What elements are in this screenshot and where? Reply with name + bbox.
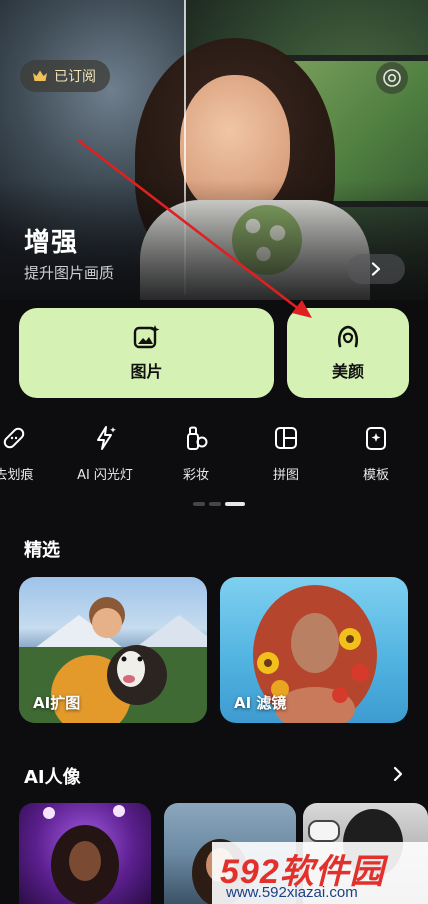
tool-collage[interactable]: 拼图 (244, 424, 328, 483)
subscription-label: 已订阅 (54, 69, 96, 85)
tool-label: 模板 (362, 468, 389, 483)
tool-label: AI 闪光灯 (77, 468, 133, 483)
singer-image (43, 805, 125, 904)
page-dot-active (225, 502, 245, 506)
image-sparkle-icon (133, 325, 159, 349)
collage-icon (275, 427, 297, 449)
ai-portrait-section-title: AI人像 (24, 767, 81, 788)
tool-label: 彩妆 (182, 468, 209, 483)
tool-scratch-removal[interactable]: 去划痕 (0, 424, 56, 483)
tool-ai-flash[interactable]: AI 闪光灯 (63, 424, 147, 483)
page-indicator (193, 502, 245, 506)
tool-template[interactable]: 模板 (334, 424, 418, 483)
chevron-right-icon (393, 766, 403, 782)
card-label: AI 滤镜 (234, 694, 287, 712)
watermark-url: www.592xiazai.com (226, 884, 358, 901)
site-watermark: 592软件园 www.592xiazai.com (212, 842, 428, 904)
settings-lens-button[interactable] (376, 62, 408, 94)
ai-filter-card[interactable]: AI 滤镜 (220, 577, 408, 723)
tool-label: 去划痕 (0, 468, 34, 483)
flash-icon (97, 426, 116, 450)
ai-outpaint-card[interactable]: AI扩图 (19, 577, 207, 723)
beauty-button[interactable]: 美颜 (287, 308, 409, 398)
page-dot (193, 502, 205, 506)
photo-button-label: 图片 (130, 362, 163, 381)
tool-row: 去划痕 AI 闪光灯 彩妆 拼图 模板 (0, 424, 428, 494)
bandage-icon (3, 427, 25, 449)
beauty-button-label: 美颜 (331, 362, 364, 381)
chevron-right-icon (371, 262, 381, 276)
subscription-badge[interactable]: 已订阅 (20, 60, 110, 92)
portrait-thumb-stage-singer[interactable] (19, 803, 151, 904)
featured-section-title: 精选 (24, 540, 60, 561)
makeup-icon (187, 426, 208, 450)
tool-label: 拼图 (272, 468, 299, 483)
ai-portrait-more-button[interactable] (392, 766, 404, 786)
tool-makeup[interactable]: 彩妆 (154, 424, 238, 483)
crown-icon (33, 70, 47, 81)
photo-enhance-button[interactable]: 图片 (19, 308, 274, 398)
face-icon (337, 325, 359, 348)
hero-open-button[interactable] (347, 254, 405, 284)
template-icon (366, 427, 386, 450)
hero-title: 增强 (24, 228, 79, 258)
page-dot (209, 502, 221, 506)
hero-subtitle: 提升图片画质 (24, 264, 115, 282)
lens-icon (383, 69, 401, 87)
card-label: AI扩图 (33, 694, 81, 712)
